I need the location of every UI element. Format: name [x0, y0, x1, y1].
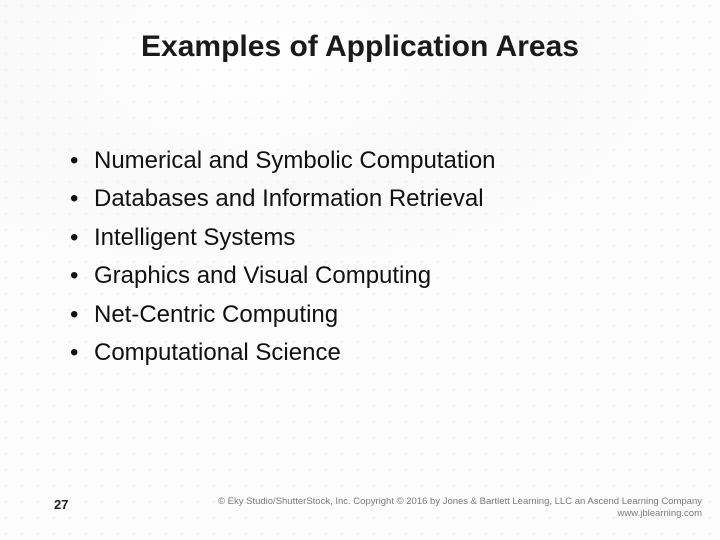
bullet-icon: • — [70, 299, 94, 331]
copyright-text: © Eky Studio/ShutterStock, Inc. Copyrigh… — [218, 496, 702, 508]
slide-title: Examples of Application Areas — [0, 30, 720, 64]
bullet-icon: • — [70, 222, 94, 254]
list-item-text: Intelligent Systems — [94, 222, 295, 254]
footer-url: www.jblearning.com — [218, 508, 702, 520]
slide: Examples of Application Areas • Numerica… — [0, 0, 720, 540]
list-item: • Numerical and Symbolic Computation — [70, 145, 660, 177]
footer: © Eky Studio/ShutterStock, Inc. Copyrigh… — [218, 496, 702, 520]
bullet-icon: • — [70, 145, 94, 177]
list-item-text: Numerical and Symbolic Computation — [94, 145, 496, 177]
list-item-text: Graphics and Visual Computing — [94, 260, 431, 292]
list-item: • Net-Centric Computing — [70, 299, 660, 331]
page-number: 27 — [54, 497, 68, 512]
list-item: • Graphics and Visual Computing — [70, 260, 660, 292]
list-item-text: Computational Science — [94, 337, 341, 369]
list-item: • Intelligent Systems — [70, 222, 660, 254]
list-item: • Databases and Information Retrieval — [70, 183, 660, 215]
list-item-text: Databases and Information Retrieval — [94, 183, 484, 215]
bullet-icon: • — [70, 183, 94, 215]
bullet-icon: • — [70, 337, 94, 369]
bullet-icon: • — [70, 260, 94, 292]
list-item-text: Net-Centric Computing — [94, 299, 338, 331]
list-item: • Computational Science — [70, 337, 660, 369]
bullet-list: • Numerical and Symbolic Computation • D… — [70, 145, 660, 375]
